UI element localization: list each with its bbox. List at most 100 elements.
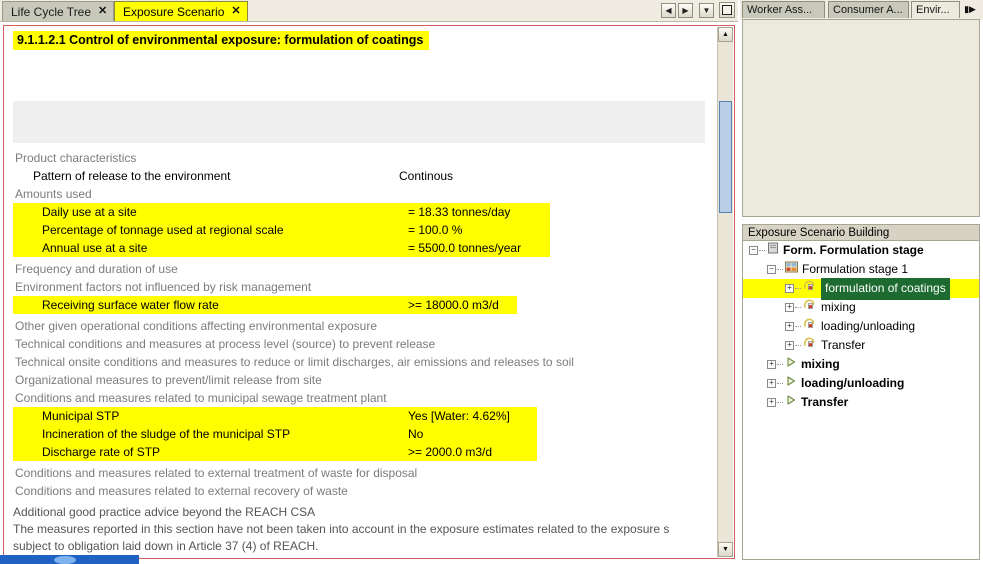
tab-overflow-icon[interactable]: ▮▶ — [962, 2, 978, 17]
report-row-label: Other given operational conditions affec… — [15, 319, 378, 333]
report-section-heading: Conditions and measures related to exter… — [4, 464, 718, 482]
tab-consumer-assessment[interactable]: Consumer A... — [828, 1, 909, 18]
report-row-label: Annual use at a site — [42, 241, 148, 255]
tree-connector — [795, 288, 801, 289]
report-row[interactable]: Municipal STP Yes [Water: 4.62%] — [13, 407, 537, 425]
report-row[interactable]: Daily use at a site = 18.33 tonnes/day — [13, 203, 550, 221]
report-row-label: Percentage of tonnage used at regional s… — [42, 223, 284, 237]
tree-node-label: mixing — [821, 300, 856, 314]
report-group-wrapper: Municipal STP Yes [Water: 4.62%] Incinerat… — [4, 407, 718, 464]
scroll-up-icon[interactable]: ▲ — [718, 27, 733, 42]
assessment-pane: Worker Ass... Consumer A... Envir... ▮▶ … — [740, 0, 983, 564]
tree-node-label: mixing — [801, 357, 840, 371]
arrow-icon — [785, 374, 797, 393]
report-row-value: = 18.33 tonnes/day — [408, 205, 511, 219]
footer-text-line: subject to obligation laid down in Artic… — [4, 538, 718, 555]
collapse-icon[interactable]: − — [767, 265, 776, 274]
highlighted-row-group: Receiving surface water flow rate >= 1800… — [13, 296, 517, 314]
taskbar-glyph — [54, 556, 76, 564]
report-row-label: Conditions and measures related to munic… — [15, 391, 387, 405]
footer-line-text: The measures reported in this section ha… — [13, 522, 670, 536]
close-icon[interactable]: ✕ — [231, 6, 240, 17]
report-row[interactable]: Incineration of the sludge of the munici… — [13, 425, 537, 443]
highlighted-row-group: Municipal STP Yes [Water: 4.62%] Incinerat… — [13, 407, 537, 461]
tree-node[interactable]: − Formulation stage 1 — [743, 260, 979, 279]
tab-environment-assessment[interactable]: Envir... — [911, 1, 960, 18]
tree-connector — [777, 383, 783, 384]
tab-scroll-right-icon[interactable]: ▶ — [678, 3, 693, 18]
scroll-down-icon[interactable]: ▼ — [718, 542, 733, 557]
contributing-icon — [803, 279, 817, 298]
tree-node[interactable]: + mixing — [743, 298, 979, 317]
close-icon[interactable]: ✕ — [98, 6, 107, 17]
report-row[interactable]: Percentage of tonnage used at regional s… — [13, 221, 550, 239]
report-row-label: Organizational measures to prevent/limit… — [15, 373, 322, 387]
report-row-label: Technical conditions and measures at pro… — [15, 337, 436, 351]
collapse-icon[interactable]: − — [749, 246, 758, 255]
expand-icon[interactable]: + — [785, 341, 794, 350]
page-title: 9.1.1.2.1 Control of environmental expos… — [13, 31, 430, 50]
maximize-icon[interactable] — [719, 2, 735, 18]
expand-icon[interactable]: + — [785, 322, 794, 331]
report-row-label: Discharge rate of STP — [42, 445, 161, 459]
arrow-icon — [785, 355, 797, 374]
blank-grey-band — [13, 101, 705, 143]
content-vertical-scrollbar[interactable]: ▲ ▼ — [717, 27, 733, 557]
report-row[interactable]: Annual use at a site = 5500.0 tonnes/year — [13, 239, 550, 257]
expand-icon[interactable]: + — [767, 360, 776, 369]
report-section-heading: Amounts used — [4, 185, 718, 203]
tree-node[interactable]: + loading/unloading — [743, 374, 979, 393]
expand-icon[interactable]: + — [767, 379, 776, 388]
expand-icon[interactable]: + — [767, 398, 776, 407]
expand-icon[interactable]: + — [785, 303, 794, 312]
tree-node[interactable]: + formulation of coatings — [743, 277, 979, 300]
report-group-wrapper: Daily use at a site = 18.33 tonnes/day Per… — [4, 203, 718, 260]
highlighted-row-group: Daily use at a site = 18.33 tonnes/day Per… — [13, 203, 550, 257]
contributing-icon — [803, 298, 817, 317]
tab-worker-assessment[interactable]: Worker Ass... — [742, 1, 825, 18]
contributing-icon — [803, 336, 817, 355]
footer-line-text: subject to obligation laid down in Artic… — [13, 539, 319, 553]
expand-icon[interactable]: + — [785, 284, 794, 293]
tab-label: Worker Ass... — [747, 4, 813, 16]
report-section-heading: Frequency and duration of use — [4, 260, 718, 278]
report-row-list: Product characteristics Pattern of releas… — [4, 149, 718, 555]
report-section-heading: Technical conditions and measures at pro… — [4, 335, 718, 353]
tree-node-label: loading/unloading — [801, 376, 905, 390]
report-row-label: Technical onsite conditions and measures… — [15, 355, 574, 369]
tree-node[interactable]: − Form. Formulation stage — [743, 241, 979, 260]
report-row-value: >= 18000.0 m3/d — [408, 298, 499, 312]
contributing-icon — [803, 317, 817, 336]
report-content-frame: 9.1.1.2.1 Control of environmental expos… — [3, 25, 735, 559]
chevron-down-icon[interactable]: ▼ — [699, 3, 714, 18]
report-row-value: Continous — [399, 169, 454, 183]
report-row-label: Amounts used — [15, 187, 92, 201]
footer-heading: Additional good practice advice beyond t… — [4, 504, 718, 521]
tab-exposure-scenario[interactable]: Exposure Scenario ✕ — [114, 1, 248, 21]
report-row-label: Environment factors not influenced by ri… — [15, 280, 312, 294]
report-row[interactable]: Receiving surface water flow rate >= 1800… — [13, 296, 517, 314]
panel-title: Exposure Scenario Building — [743, 225, 979, 241]
tree-connector — [777, 269, 783, 270]
report-row-label: Daily use at a site — [42, 205, 137, 219]
tree-node-label: Formulation stage 1 — [802, 262, 909, 276]
assessment-empty-panel — [742, 19, 980, 217]
report-row[interactable]: Pattern of release to the environment Con… — [4, 167, 718, 185]
tree-connector — [759, 250, 765, 251]
report-row[interactable]: Discharge rate of STP >= 2000.0 m3/d — [13, 443, 537, 461]
tree-node[interactable]: + mixing — [743, 355, 979, 374]
scrollbar-thumb[interactable] — [719, 101, 732, 213]
report-row-value: No — [408, 427, 424, 441]
report-row-value: Yes [Water: 4.62%] — [408, 409, 510, 423]
report-row-label: Conditions and measures related to exter… — [15, 484, 348, 498]
tree-node[interactable]: + Transfer — [743, 393, 979, 412]
tree-connector — [795, 326, 801, 327]
tab-scroll-left-icon[interactable]: ◀ — [661, 3, 676, 18]
maximize-square — [722, 5, 732, 15]
report-row-value: = 5500.0 tonnes/year — [408, 241, 522, 255]
tree-node[interactable]: + Transfer — [743, 336, 979, 355]
report-row-value: >= 2000.0 m3/d — [408, 445, 493, 459]
tab-life-cycle-tree[interactable]: Life Cycle Tree ✕ — [2, 1, 115, 21]
report-section-heading: Other given operational conditions affec… — [4, 317, 718, 335]
tree-node[interactable]: + loading/unloading — [743, 317, 979, 336]
